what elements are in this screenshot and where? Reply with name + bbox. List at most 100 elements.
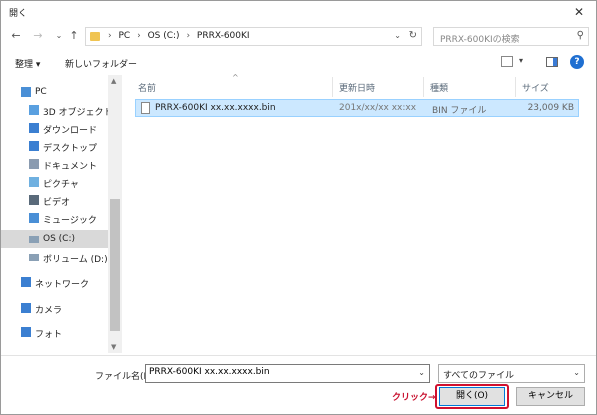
- up-folder-icon[interactable]: ↑: [67, 28, 81, 44]
- window-title: 開く: [9, 9, 28, 19]
- drive-icon: [29, 236, 39, 243]
- nav-item-label: フォト: [35, 330, 63, 340]
- file-row[interactable]: PRRX-600KI xx.xx.xxxx.bin 201x/xx/xx xx:…: [135, 99, 579, 117]
- breadcrumb: › PC › OS (C:) › PRRX-600KI: [108, 31, 254, 41]
- network-icon: [21, 277, 31, 287]
- divider: [1, 355, 596, 356]
- search-icon[interactable]: ⚲: [577, 30, 584, 41]
- nav-item-label: OS (C:): [43, 234, 75, 244]
- nav-item-label: ボリューム (D:): [43, 255, 108, 265]
- nav-item-label: ビデオ: [43, 198, 71, 208]
- filetype-value: すべてのファイル: [443, 371, 515, 381]
- nav-item-videos[interactable]: ビデオ: [1, 191, 108, 209]
- music-icon: [29, 213, 39, 223]
- sort-ascending-icon: ^: [232, 73, 239, 82]
- help-icon[interactable]: ?: [570, 55, 584, 69]
- documents-icon: [29, 159, 39, 169]
- breadcrumb-item[interactable]: PC: [118, 31, 130, 41]
- cancel-button[interactable]: キャンセル: [516, 387, 585, 406]
- nav-item-pictures[interactable]: ピクチャ: [1, 173, 108, 191]
- title-bar: 開く ✕: [1, 1, 596, 23]
- photos-icon: [21, 327, 31, 337]
- refresh-icon[interactable]: ↻: [409, 30, 417, 41]
- organize-button[interactable]: 整理 ▾: [15, 57, 40, 70]
- nav-item-label: デスクトップ: [43, 144, 98, 154]
- nav-item-os-c[interactable]: OS (C:): [1, 230, 108, 248]
- nav-item-desktop[interactable]: デスクトップ: [1, 137, 108, 155]
- scroll-up-icon[interactable]: ▲: [111, 77, 116, 85]
- scrollbar-thumb[interactable]: [110, 199, 120, 331]
- nav-item-downloads[interactable]: ダウンロード: [1, 119, 108, 137]
- view-options-icon[interactable]: [501, 56, 513, 67]
- search-box[interactable]: PRRX-600KIの検索 ⚲: [433, 27, 589, 46]
- breadcrumb-item[interactable]: PRRX-600KI: [197, 31, 250, 41]
- nav-item-label: ピクチャ: [43, 180, 79, 190]
- column-header-size[interactable]: サイズ: [522, 81, 549, 94]
- filename-input[interactable]: [149, 367, 409, 377]
- preview-pane-icon[interactable]: [546, 57, 558, 67]
- nav-item-label: 3D オブジェクト: [43, 108, 113, 118]
- click-annotation: クリック→: [392, 393, 436, 403]
- chevron-down-icon[interactable]: ⌄: [418, 368, 425, 377]
- organize-label: 整理: [15, 60, 34, 70]
- navigation-scrollbar[interactable]: ▲ ▼: [108, 75, 122, 353]
- address-bar[interactable]: › PC › OS (C:) › PRRX-600KI ⌄ ↻: [85, 27, 422, 46]
- pc-icon: [21, 87, 31, 97]
- new-folder-button[interactable]: 新しいフォルダー: [65, 57, 137, 70]
- view-dropdown-icon[interactable]: ▾: [519, 56, 523, 65]
- desktop-icon: [29, 141, 39, 151]
- download-icon: [29, 123, 39, 133]
- nav-item-label: ドキュメント: [43, 162, 98, 172]
- recent-locations-chevron-icon[interactable]: ⌄: [52, 28, 66, 44]
- nav-item-photos[interactable]: フォト: [1, 323, 108, 341]
- nav-item-camera[interactable]: カメラ: [1, 299, 108, 317]
- scroll-down-icon[interactable]: ▼: [111, 343, 116, 351]
- breadcrumb-separator: ›: [108, 31, 112, 41]
- column-divider[interactable]: [515, 77, 516, 97]
- videos-icon: [29, 195, 39, 205]
- breadcrumb-separator: ›: [186, 31, 191, 41]
- file-size: 23,009 KB: [527, 103, 574, 113]
- filename-combobox[interactable]: ⌄: [145, 364, 430, 383]
- pictures-icon: [29, 177, 39, 187]
- nav-item-label: カメラ: [35, 306, 63, 316]
- nav-item-network[interactable]: ネットワーク: [1, 273, 108, 291]
- file-modified: 201x/xx/xx xx:xx: [339, 103, 417, 113]
- camera-icon: [21, 303, 31, 313]
- open-file-dialog: 開く ✕ ← → ⌄ ↑ › PC › OS (C:) › PRRX-600KI…: [0, 0, 597, 415]
- nav-item-documents[interactable]: ドキュメント: [1, 155, 108, 173]
- toolbar: 整理 ▾ 新しいフォルダー ▾ ?: [1, 53, 596, 73]
- drive-icon: [29, 254, 39, 261]
- nav-item-music[interactable]: ミュージック: [1, 209, 108, 227]
- folder-icon: [90, 32, 100, 41]
- nav-item-pc[interactable]: PC: [1, 83, 108, 101]
- nav-item-3d-objects[interactable]: 3D オブジェクト: [1, 101, 113, 119]
- back-icon[interactable]: ←: [9, 28, 23, 44]
- column-headers: ^ 名前 更新日時 種類 サイズ: [129, 73, 589, 97]
- column-header-type[interactable]: 種類: [430, 81, 448, 94]
- nav-item-label: ダウンロード: [43, 126, 98, 136]
- nav-item-label: ネットワーク: [35, 280, 90, 290]
- 3d-objects-icon: [29, 105, 39, 115]
- file-icon: [141, 102, 150, 114]
- file-type: BIN ファイル: [432, 106, 487, 116]
- filetype-select[interactable]: すべてのファイル ⌄: [438, 364, 585, 383]
- forward-icon[interactable]: →: [31, 28, 45, 44]
- search-placeholder: PRRX-600KIの検索: [440, 35, 520, 45]
- column-header-modified[interactable]: 更新日時: [339, 81, 375, 94]
- breadcrumb-item[interactable]: OS (C:): [148, 31, 180, 41]
- navigation-pane: PC 3D オブジェクト ダウンロード デスクトップ ドキュメント ピクチャ ビ…: [1, 75, 123, 353]
- column-header-name[interactable]: 名前: [138, 81, 156, 94]
- chevron-down-icon: ▾: [35, 60, 41, 70]
- breadcrumb-separator: ›: [137, 31, 141, 41]
- open-button[interactable]: 開く(O): [439, 387, 505, 406]
- nav-item-volume-d[interactable]: ボリューム (D:): [1, 248, 108, 266]
- column-divider[interactable]: [332, 77, 333, 97]
- nav-item-label: ミュージック: [43, 216, 97, 226]
- chevron-down-icon[interactable]: ⌄: [573, 368, 580, 377]
- address-dropdown-icon[interactable]: ⌄: [394, 31, 401, 40]
- column-divider[interactable]: [423, 77, 424, 97]
- close-icon[interactable]: ✕: [562, 1, 596, 23]
- file-name: PRRX-600KI xx.xx.xxxx.bin: [155, 103, 276, 113]
- nav-item-label: PC: [35, 87, 47, 97]
